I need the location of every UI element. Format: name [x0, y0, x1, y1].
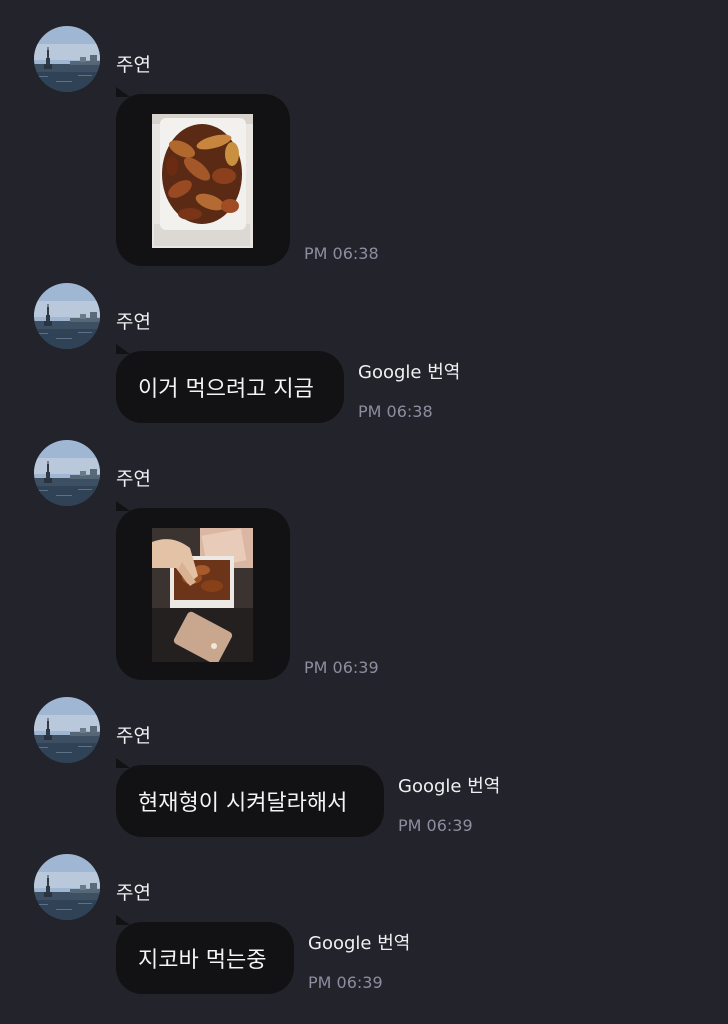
sender-name[interactable]: 주연	[116, 464, 151, 491]
food-photo[interactable]	[152, 528, 253, 662]
photo-bubble[interactable]	[116, 87, 290, 266]
statue-of-liberty-avatar-image	[34, 854, 100, 920]
statue-of-liberty-avatar-image	[34, 440, 100, 506]
message-text-bubble[interactable]: 지코바 먹는중	[116, 915, 294, 994]
avatar[interactable]	[34, 697, 100, 763]
avatar[interactable]	[34, 440, 100, 506]
avatar[interactable]	[34, 854, 100, 920]
timestamp: PM 06:38	[358, 402, 433, 421]
message-text-bubble[interactable]: 이거 먹으려고 지금	[116, 344, 344, 423]
google-translate-button[interactable]: Google 번역	[398, 772, 500, 798]
photo-bubble[interactable]	[116, 501, 290, 680]
statue-of-liberty-avatar-image	[34, 697, 100, 763]
timestamp: PM 06:38	[304, 244, 379, 263]
statue-of-liberty-avatar-image	[34, 283, 100, 349]
sender-name[interactable]: 주연	[116, 878, 151, 905]
sender-name[interactable]: 주연	[116, 307, 151, 334]
timestamp: PM 06:39	[304, 658, 379, 677]
sender-name[interactable]: 주연	[116, 50, 151, 77]
message-text-bubble[interactable]: 현재형이 시켜달라해서	[116, 758, 384, 837]
avatar[interactable]	[34, 283, 100, 349]
google-translate-button[interactable]: Google 번역	[358, 358, 460, 384]
statue-of-liberty-avatar-image	[34, 26, 100, 92]
food-photo[interactable]	[152, 114, 253, 248]
avatar[interactable]	[34, 26, 100, 92]
timestamp: PM 06:39	[308, 973, 383, 992]
google-translate-button[interactable]: Google 번역	[308, 929, 410, 955]
timestamp: PM 06:39	[398, 816, 473, 835]
sender-name[interactable]: 주연	[116, 721, 151, 748]
